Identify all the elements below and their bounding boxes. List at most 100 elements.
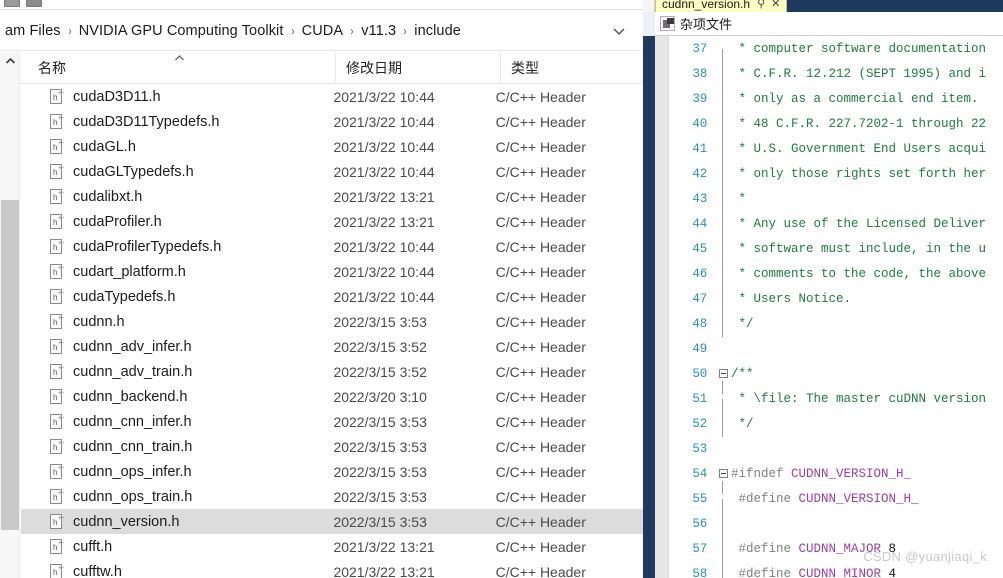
- editor-tab-cudnn-version[interactable]: cudnn_version.h ⚲ ✕: [655, 0, 788, 12]
- column-header-date-modified[interactable]: 修改日期: [335, 52, 500, 84]
- breadcrumb-item-3[interactable]: v11.3: [356, 21, 401, 41]
- code-line[interactable]: 38 * C.F.R. 12.212 (SEPT 1995) and i: [669, 61, 1003, 99]
- file-type: C/C++ Header: [495, 338, 586, 355]
- code-line[interactable]: 54 #ifndef CUDNN_VERSION_H_: [669, 461, 1003, 494]
- breadcrumb-separator: ›: [350, 23, 354, 38]
- code-line[interactable]: 52 */: [669, 411, 1003, 437]
- dock-seam-top: [643, 0, 655, 12]
- file-name: cudnn.h: [73, 313, 125, 330]
- code-text: * Users Notice.: [731, 291, 852, 306]
- chevron-up-icon[interactable]: [0, 52, 20, 70]
- toolbar-icon-b[interactable]: [26, 0, 42, 7]
- svg-text:h: h: [53, 168, 57, 177]
- line-number: 46: [692, 266, 707, 281]
- file-name: cudaProfiler.h: [73, 213, 162, 230]
- line-number: 43: [692, 191, 707, 206]
- code-line[interactable]: 41 * U.S. Government End Users acqui: [669, 136, 1003, 174]
- file-row[interactable]: h++ cudnn.h 2022/3/15 3:53 C/C++ Header: [21, 309, 643, 334]
- file-name: cudnn_backend.h: [73, 388, 188, 405]
- close-icon[interactable]: ✕: [771, 0, 780, 10]
- file-row[interactable]: h++ cudnn_backend.h 2022/3/20 3:10 C/C++ He…: [21, 384, 643, 409]
- file-type: C/C++ Header: [495, 463, 586, 480]
- c-header-file-icon: h++: [50, 188, 64, 205]
- file-row[interactable]: h++ cudnn_ops_infer.h 2022/3/15 3:53 C/C++ …: [21, 459, 643, 484]
- file-row[interactable]: h++ cudalibxt.h 2021/3/22 13:21 C/C++ Heade…: [21, 184, 643, 209]
- file-row[interactable]: h++ cudnn_cnn_infer.h 2022/3/15 3:53 C/C++ …: [21, 409, 643, 434]
- breadcrumb-item-4[interactable]: include: [409, 21, 466, 41]
- fold-collapse-icon[interactable]: [715, 469, 731, 494]
- line-number: 37: [692, 41, 707, 56]
- file-list-scrollbar[interactable]: [0, 52, 20, 578]
- file-row[interactable]: h++ cufftw.h 2021/3/22 13:21 C/C++ Header: [21, 559, 643, 578]
- breadcrumb: am Files › NVIDIA GPU Computing Toolkit › CU…: [0, 21, 466, 41]
- misc-file-bar[interactable]: 杂项文件: [655, 12, 1003, 36]
- code-text: #define CUDNN_MINOR 4: [731, 566, 897, 578]
- code-line[interactable]: 56: [669, 511, 1003, 549]
- column-header-type[interactable]: 类型: [500, 52, 643, 84]
- code-line[interactable]: 37 * computer software documentation: [669, 36, 1003, 74]
- file-row[interactable]: h++ cudnn_ops_train.h 2022/3/15 3:53 C/C++ …: [21, 484, 643, 509]
- c-header-file-icon: h++: [50, 563, 64, 578]
- column-header-name[interactable]: 名称: [28, 52, 335, 84]
- file-date-modified: 2021/3/22 10:44: [333, 263, 435, 280]
- code-line[interactable]: 39 * only as a commercial end item.: [669, 86, 1003, 124]
- code-text: * only as a commercial end item.: [731, 91, 979, 106]
- c-header-file-icon: h++: [50, 488, 64, 505]
- svg-text:++: ++: [58, 165, 64, 172]
- code-editor-pane[interactable]: 37 * computer software documentation 38 *…: [655, 36, 1003, 578]
- file-row[interactable]: h++ cudaD3D11.h 2021/3/22 10:44 C/C++ Heade…: [21, 84, 643, 109]
- file-row[interactable]: h++ cudaGL.h 2021/3/22 10:44 C/C++ Header: [21, 134, 643, 159]
- breadcrumb-item-0[interactable]: am Files: [0, 21, 66, 41]
- file-row[interactable]: h++ cudaProfilerTypedefs.h 2021/3/22 10:44…: [21, 234, 643, 259]
- file-date-modified: 2022/3/15 3:53: [333, 438, 427, 455]
- file-row[interactable]: h++ cufft.h 2021/3/22 13:21 C/C++ Header: [21, 534, 643, 559]
- screenshot-root: am Files › NVIDIA GPU Computing Toolkit › CU…: [0, 0, 1003, 578]
- file-row[interactable]: h++ cudaGLTypedefs.h 2021/3/22 10:44 C/C++ …: [21, 159, 643, 184]
- code-line[interactable]: 53: [669, 436, 1003, 461]
- code-text: * C.F.R. 12.212 (SEPT 1995) and i: [731, 66, 987, 81]
- file-date-modified: 2021/3/22 10:44: [333, 138, 435, 155]
- file-row[interactable]: h++ cudart_platform.h 2021/3/22 10:44 C/C++…: [21, 259, 643, 284]
- file-row[interactable]: h++ cudaD3D11Typedefs.h 2021/3/22 10:44 C/C…: [21, 109, 643, 134]
- scrollbar-thumb[interactable]: [1, 200, 19, 530]
- code-text: /**: [731, 366, 754, 381]
- code-line[interactable]: 44 * Any use of the Licensed Deliver: [669, 211, 1003, 249]
- file-row[interactable]: h++ cudaTypedefs.h 2021/3/22 10:44 C/C++ He…: [21, 284, 643, 309]
- breadcrumb-separator: ›: [68, 23, 72, 38]
- chevron-down-icon[interactable]: [611, 23, 627, 39]
- fold-collapse-icon[interactable]: [715, 369, 731, 394]
- breadcrumb-item-1[interactable]: NVIDIA GPU Computing Toolkit: [74, 21, 289, 41]
- code-line[interactable]: 50 /**: [669, 361, 1003, 394]
- c-header-file-icon: h++: [50, 438, 64, 455]
- file-date-modified: 2022/3/15 3:52: [333, 363, 427, 380]
- svg-text:++: ++: [58, 215, 64, 222]
- file-row[interactable]: h++ cudnn_cnn_train.h 2022/3/15 3:53 C/C++ …: [21, 434, 643, 459]
- code-line[interactable]: 43 *: [669, 186, 1003, 224]
- code-line[interactable]: 49: [669, 336, 1003, 361]
- file-row[interactable]: h++ cudaProfiler.h 2021/3/22 13:21 C/C++ He…: [21, 209, 643, 234]
- line-number: 48: [692, 316, 707, 331]
- code-line[interactable]: 45 * software must include, in the u: [669, 236, 1003, 274]
- address-bar[interactable]: am Files › NVIDIA GPU Computing Toolkit › CU…: [0, 11, 643, 51]
- code-text: */: [731, 416, 754, 431]
- code-line[interactable]: 40 * 48 C.F.R. 227.7202-1 through 22: [669, 111, 1003, 149]
- toolbar-icon-a[interactable]: [4, 0, 20, 7]
- svg-text:++: ++: [58, 315, 64, 322]
- code-line[interactable]: 42 * only those rights set forth her: [669, 161, 1003, 199]
- code-line[interactable]: 48 */: [669, 311, 1003, 337]
- code-line[interactable]: 55 #define CUDNN_VERSION_H_: [669, 486, 1003, 524]
- sort-ascending-icon: [174, 54, 185, 65]
- file-row[interactable]: h++ cudnn_adv_infer.h 2022/3/15 3:52 C/C++ …: [21, 334, 643, 359]
- file-date-modified: 2021/3/22 10:44: [333, 88, 435, 105]
- code-line[interactable]: 51 * \file: The master cuDNN version: [669, 386, 1003, 424]
- code-line[interactable]: 47 * Users Notice.: [669, 286, 1003, 324]
- svg-text:h: h: [53, 493, 57, 502]
- svg-text:h: h: [53, 443, 57, 452]
- pin-icon[interactable]: ⚲: [757, 0, 765, 10]
- file-row[interactable]: h++ cudnn_adv_train.h 2022/3/15 3:52 C/C++ …: [21, 359, 643, 384]
- file-row[interactable]: h++ cudnn_version.h 2022/3/15 3:53 C/C++ He…: [21, 509, 643, 534]
- editor-indicator-margin: [655, 36, 669, 578]
- file-name: cudnn_cnn_infer.h: [73, 413, 192, 430]
- breadcrumb-item-2[interactable]: CUDA: [297, 21, 349, 41]
- code-line[interactable]: 46 * comments to the code, the above: [669, 261, 1003, 299]
